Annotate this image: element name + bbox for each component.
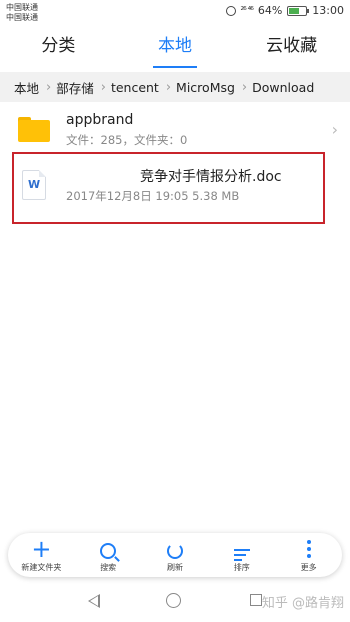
search-label: 搜索 <box>100 563 117 572</box>
navigation-bar: 知乎 @路肯翔 <box>0 584 350 622</box>
sort-label: 排序 <box>233 563 250 572</box>
breadcrumb-separator-icon: › <box>100 79 106 95</box>
breadcrumb-local[interactable]: 本地 <box>0 78 44 97</box>
search-icon <box>75 537 142 561</box>
folder-meta: 文件：285，文件夹：0 <box>66 133 188 147</box>
refresh-icon <box>142 537 209 561</box>
carrier-info: 中国联通 中国联通 <box>6 3 38 23</box>
chevron-right-icon: › <box>331 120 338 139</box>
folder-icon <box>18 117 50 142</box>
file-list: appbrand 文件：285，文件夹：0 › W 竞争对手情报分析.doc 2… <box>0 104 350 203</box>
home-icon[interactable] <box>166 593 181 608</box>
battery-percent: 64% <box>257 4 283 17</box>
tab-local[interactable]: 本地 <box>117 26 234 70</box>
new-folder-label: 新建文件夹 <box>21 563 62 572</box>
sort-button[interactable]: 排序 <box>208 533 275 577</box>
signal-icon: ²⁶ ⁴⁶ <box>240 5 254 16</box>
carrier-1: 中国联通 <box>6 3 38 12</box>
clock: 13:00 <box>312 4 344 17</box>
breadcrumb: 本地 › 部存储 › tencent › MicroMsg › Download <box>0 72 350 102</box>
refresh-button[interactable]: 刷新 <box>142 533 209 577</box>
highlight-annotation <box>12 152 325 224</box>
new-folder-button[interactable]: + 新建文件夹 <box>8 533 75 577</box>
battery-icon <box>287 5 310 16</box>
breadcrumb-internal-storage[interactable]: 部存储 <box>56 78 99 97</box>
back-icon[interactable] <box>88 594 100 608</box>
breadcrumb-separator-icon: › <box>165 79 172 95</box>
search-button[interactable]: 搜索 <box>75 533 142 577</box>
folder-name: appbrand <box>66 112 134 128</box>
plus-icon: + <box>31 535 52 563</box>
more-icon <box>275 537 342 561</box>
sort-icon <box>208 537 275 561</box>
breadcrumb-separator-icon: › <box>46 79 52 95</box>
status-bar: 中国联通 中国联通 ²⁶ ⁴⁶ 64% 13:00 <box>0 0 350 26</box>
more-button[interactable]: 更多 <box>275 533 342 577</box>
tab-category[interactable]: 分类 <box>0 26 117 70</box>
status-icons: ²⁶ ⁴⁶ 64% 13:00 <box>225 4 344 17</box>
recent-apps-icon[interactable] <box>250 594 262 606</box>
carrier-2: 中国联通 <box>6 13 38 22</box>
tab-bar: 分类 本地 云收藏 <box>0 26 350 70</box>
refresh-label: 刷新 <box>166 563 183 572</box>
alarm-icon <box>225 5 236 16</box>
breadcrumb-download[interactable]: Download <box>252 80 319 95</box>
breadcrumb-micromsg[interactable]: MicroMsg <box>176 80 240 95</box>
list-item-folder[interactable]: appbrand 文件：285，文件夹：0 › <box>0 104 350 154</box>
breadcrumb-separator-icon: › <box>241 79 248 95</box>
tab-cloud-favorites[interactable]: 云收藏 <box>233 26 350 70</box>
more-label: 更多 <box>300 563 317 572</box>
bottom-toolbar: + 新建文件夹 搜索 刷新 排序 更多 <box>8 533 342 577</box>
breadcrumb-tencent[interactable]: tencent <box>111 80 164 95</box>
watermark: 知乎 @路肯翔 <box>261 596 344 611</box>
battery-fill <box>289 7 300 14</box>
